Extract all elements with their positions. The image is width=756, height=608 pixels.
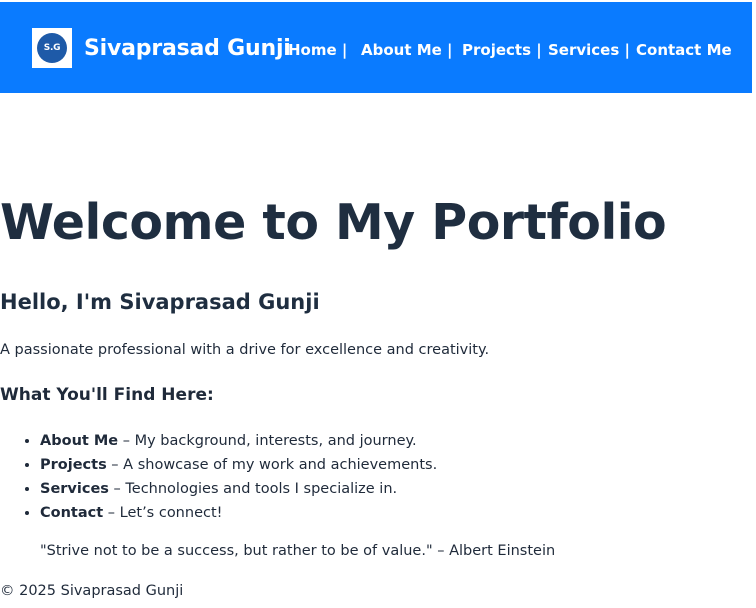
page-title: Welcome to My Portfolio	[0, 194, 667, 251]
list-item: Contact – Let’s connect!	[40, 501, 437, 525]
feature-desc: – Let’s connect!	[103, 505, 223, 521]
logo[interactable]: S.G	[32, 28, 72, 68]
nav-link-services[interactable]: Services |	[548, 40, 630, 60]
brand-name[interactable]: Sivaprasad Gunji	[84, 35, 291, 63]
feature-term: Services	[40, 481, 109, 497]
quote: "Strive not to be a success, but rather …	[40, 543, 556, 559]
list-item: Services – Technologies and tools I spec…	[40, 477, 437, 501]
nav-link-contact-me[interactable]: Contact Me	[636, 40, 732, 60]
list-item: About Me – My background, interests, and…	[40, 429, 437, 453]
features-list: About Me – My background, interests, and…	[0, 429, 437, 525]
footer-copyright: © 2025 Sivaprasad Gunji	[0, 583, 184, 599]
logo-badge: S.G	[37, 33, 67, 63]
nav-link-projects[interactable]: Projects |	[462, 40, 542, 60]
greeting-heading: Hello, I'm Sivaprasad Gunji	[0, 290, 320, 314]
feature-desc: – Technologies and tools I specialize in…	[108, 481, 398, 497]
feature-term: Projects	[40, 457, 107, 473]
feature-desc: – My background, interests, and journey.	[118, 433, 417, 449]
feature-term: About Me	[40, 433, 119, 449]
features-heading: What You'll Find Here:	[0, 385, 214, 405]
nav-link-home[interactable]: Home |	[288, 40, 347, 60]
tagline: A passionate professional with a drive f…	[0, 342, 490, 358]
nav-link-about-me[interactable]: About Me |	[361, 40, 453, 60]
feature-desc: – A showcase of my work and achievements…	[106, 457, 438, 473]
feature-term: Contact	[40, 505, 104, 521]
top-navigation-bar: S.G Sivaprasad Gunji Home | About Me | P…	[0, 2, 752, 93]
list-item: Projects – A showcase of my work and ach…	[40, 453, 437, 477]
